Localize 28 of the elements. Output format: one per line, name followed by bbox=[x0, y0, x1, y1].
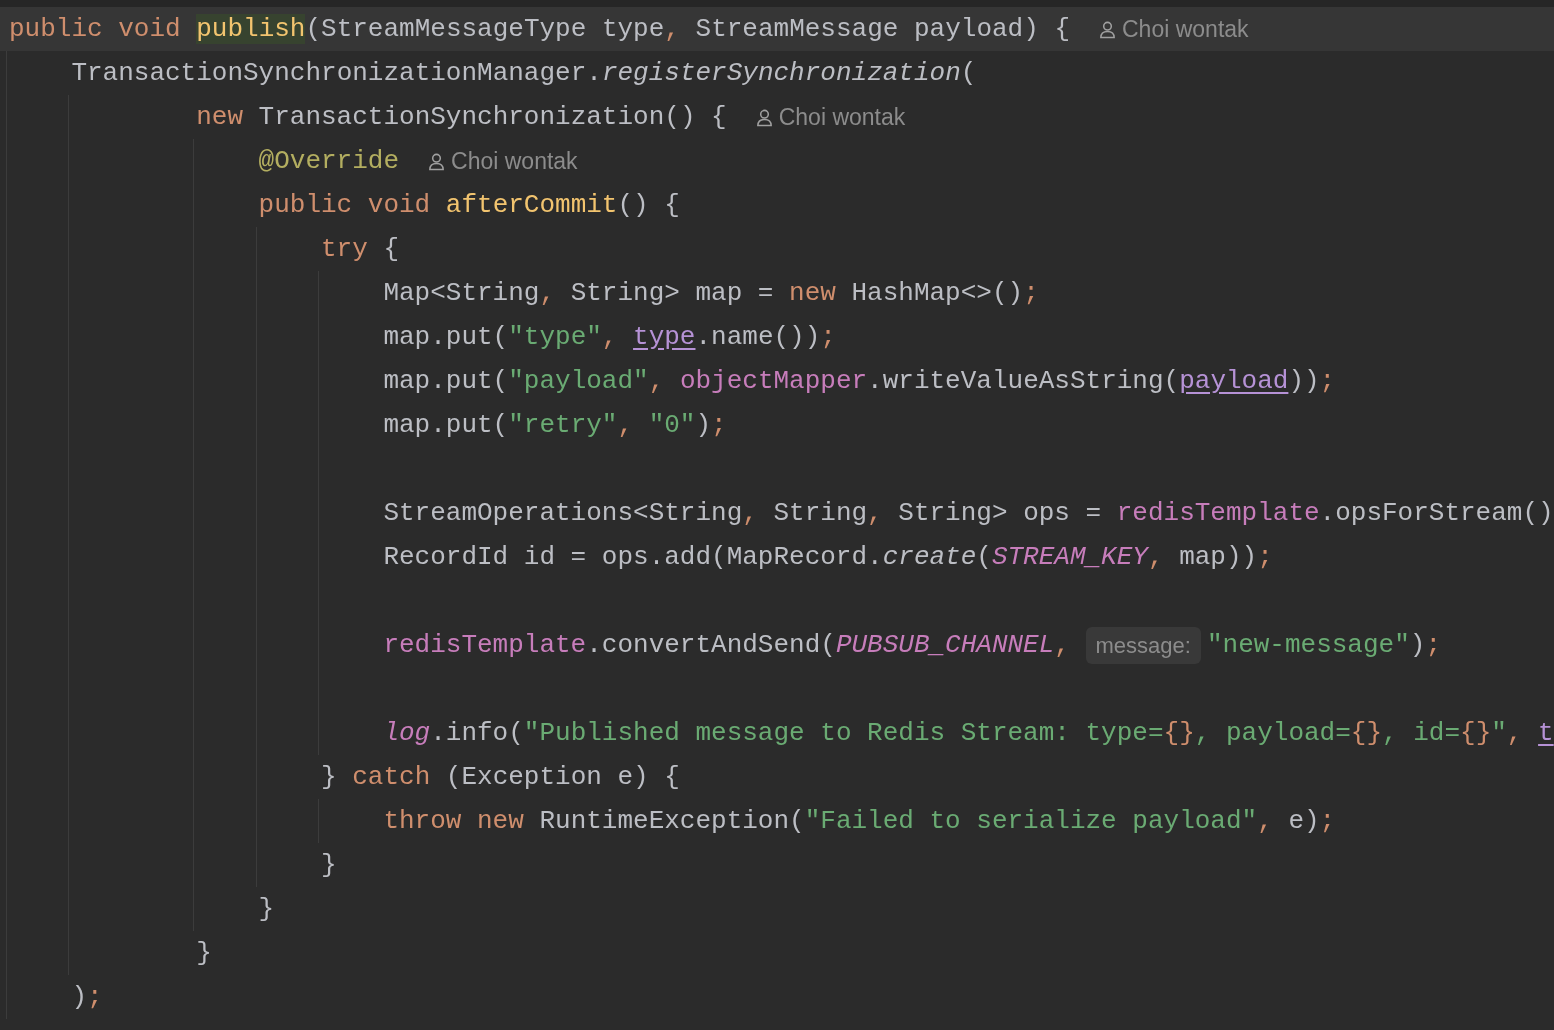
code-text: try { bbox=[321, 233, 400, 266]
author-name[interactable]: Choi wontak bbox=[451, 143, 578, 179]
code-text: log.info("Published message to Redis Stream: type={}, payload={}, id={}", t bbox=[383, 717, 1554, 750]
code-text: ); bbox=[71, 981, 103, 1014]
person-icon bbox=[754, 107, 774, 127]
code-text: map.put("type", type.name()); bbox=[383, 321, 836, 354]
code-text: Map<String, String> map = new HashMap<>(); bbox=[383, 277, 1039, 310]
code-text: } bbox=[196, 937, 212, 970]
code-text: @Override bbox=[258, 145, 400, 178]
code-text: redisTemplate.convertAndSend(PUBSUB_CHANNEL, bbox=[383, 629, 1071, 662]
author-name[interactable]: Choi wontak bbox=[1122, 11, 1249, 47]
person-icon bbox=[1098, 19, 1117, 39]
code-text: } catch (Exception e) { bbox=[321, 761, 680, 794]
code-text: TransactionSynchronizationManager.registerSynchronization( bbox=[71, 57, 977, 90]
code-text: "new-message"); bbox=[1206, 629, 1441, 662]
code-text: map.put("payload", objectMapper.writeValueAsString(payload)); bbox=[383, 365, 1336, 398]
code-text: public void afterCommit() { bbox=[258, 189, 680, 222]
code-text: StreamOperations<String, String, String> ops = redisTemplate.opsForStream() bbox=[383, 497, 1554, 530]
code-text: } bbox=[321, 849, 337, 882]
parameter-hint: message: bbox=[1085, 626, 1201, 664]
code-text: map.put("retry", "0"); bbox=[383, 409, 727, 442]
code-text: RecordId id = ops.add(MapRecord.create(STREAM_KEY, map)); bbox=[383, 541, 1273, 574]
author-name[interactable]: Choi wontak bbox=[778, 99, 906, 135]
code-text: } bbox=[258, 893, 275, 926]
code-text: throw new RuntimeException("Failed to serialize payload", e); bbox=[383, 805, 1336, 838]
code-text: new TransactionSynchronization() { bbox=[196, 101, 727, 134]
person-icon bbox=[427, 151, 447, 171]
code-text: public void publish(StreamMessageType type, StreamMessage payload) { bbox=[9, 13, 1070, 46]
